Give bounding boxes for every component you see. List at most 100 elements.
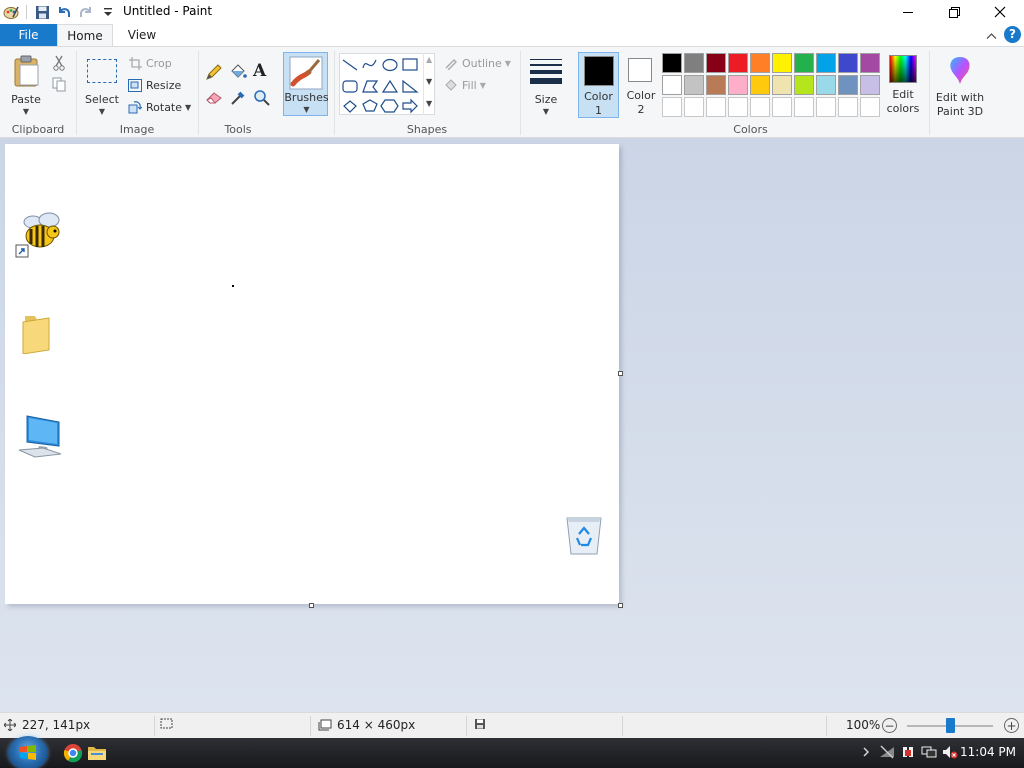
palette-swatch[interactable] [794, 53, 814, 73]
folder-icon [21, 312, 53, 357]
tab-file[interactable]: File [0, 24, 57, 46]
save-icon[interactable] [33, 3, 51, 21]
shapes-scrollbar[interactable]: ▲ ▼ ▼ [423, 53, 435, 115]
edit-with-paint3d-button[interactable]: Edit with Paint 3D [933, 53, 987, 119]
minimize-ribbon-icon[interactable] [986, 29, 997, 43]
restore-button[interactable] [931, 0, 977, 24]
file-explorer-icon[interactable] [87, 743, 107, 763]
shapes-icons [342, 58, 419, 114]
ribbon-tabs: File Home View ? [0, 24, 1024, 46]
select-button[interactable]: Select ▼ [82, 51, 122, 117]
canvas-resize-handle-bottom[interactable] [309, 603, 314, 608]
canvas-resize-handle-corner[interactable] [618, 603, 623, 608]
eraser-icon[interactable] [205, 89, 223, 108]
tab-home[interactable]: Home [57, 24, 113, 46]
outline-label: Outline [462, 56, 502, 70]
palette-swatch[interactable] [728, 53, 748, 73]
zoom-slider-thumb[interactable] [946, 718, 955, 733]
color-picker-icon[interactable] [229, 89, 247, 110]
size-button[interactable]: Size ▼ [526, 51, 566, 117]
shapes-scroll-down-icon[interactable]: ▼ [426, 77, 432, 86]
taskbar-clock[interactable]: 11:04 PM [960, 745, 1016, 759]
pencil-icon[interactable] [205, 63, 223, 84]
outline-button[interactable]: Outline ▼ [443, 55, 511, 71]
paste-label: Paste [11, 93, 41, 106]
palette-swatch[interactable] [838, 53, 858, 73]
magnifier-icon[interactable] [253, 89, 271, 110]
text-icon[interactable]: A [253, 61, 266, 81]
palette-swatch[interactable] [816, 53, 836, 73]
status-separator [826, 716, 827, 736]
palette-swatch[interactable] [772, 53, 792, 73]
tab-view[interactable]: View [116, 24, 168, 46]
fill-button[interactable]: Fill ▼ [443, 77, 486, 93]
palette-swatch[interactable] [860, 75, 880, 95]
paste-button[interactable]: Paste ▼ [6, 51, 46, 117]
zoom-out-button[interactable]: − [882, 718, 897, 733]
color1-number: 1 [595, 104, 602, 117]
network-icon[interactable] [921, 744, 937, 760]
palette-custom-swatch[interactable] [816, 97, 836, 117]
colors-group-label: Colors [733, 123, 768, 136]
action-center-icon[interactable] [900, 744, 916, 760]
paint-app-icon[interactable] [2, 3, 20, 21]
color1-button[interactable]: Color 1 [578, 52, 619, 118]
network-disabled-icon[interactable] [879, 744, 895, 760]
palette-swatch[interactable] [662, 53, 682, 73]
palette-swatch[interactable] [728, 75, 748, 95]
palette-swatch[interactable] [706, 75, 726, 95]
start-button[interactable] [8, 736, 48, 768]
palette-swatch[interactable] [838, 75, 858, 95]
undo-icon[interactable] [55, 3, 73, 21]
palette-custom-swatch[interactable] [794, 97, 814, 117]
palette-swatch[interactable] [860, 53, 880, 73]
rotate-button[interactable]: Rotate ▼ [127, 99, 191, 115]
redo-icon[interactable] [77, 3, 95, 21]
rotate-dropdown-icon: ▼ [185, 102, 192, 112]
palette-swatch[interactable] [816, 75, 836, 95]
help-icon[interactable]: ? [1004, 26, 1021, 43]
palette-swatch[interactable] [750, 75, 770, 95]
minimize-button[interactable] [885, 0, 931, 24]
drawing-canvas[interactable] [5, 144, 619, 604]
palette-custom-swatch[interactable] [706, 97, 726, 117]
palette-swatch[interactable] [706, 53, 726, 73]
fill-label: Fill [462, 78, 477, 92]
volume-muted-icon[interactable] [942, 744, 958, 760]
crop-button[interactable]: Crop [127, 55, 172, 71]
palette-custom-swatch[interactable] [860, 97, 880, 117]
close-button[interactable] [977, 0, 1023, 24]
zoom-in-button[interactable]: + [1004, 718, 1019, 733]
cut-icon[interactable] [52, 55, 66, 74]
palette-swatch[interactable] [772, 75, 792, 95]
palette-swatch[interactable] [794, 75, 814, 95]
shapes-scroll-up-icon[interactable]: ▲ [426, 55, 432, 64]
cursor-position-text: 227, 141px [22, 718, 91, 732]
palette-custom-swatch[interactable] [728, 97, 748, 117]
palette-swatch[interactable] [750, 53, 770, 73]
palette-custom-swatch[interactable] [684, 97, 704, 117]
outline-icon [443, 55, 459, 71]
palette-swatch[interactable] [662, 75, 682, 95]
tools-group-label: Tools [224, 123, 252, 136]
palette-custom-swatch[interactable] [750, 97, 770, 117]
palette-custom-swatch[interactable] [662, 97, 682, 117]
shapes-expand-icon[interactable]: ▼ [426, 99, 432, 108]
system-tray [858, 744, 963, 760]
fill-icon[interactable] [229, 63, 247, 84]
resize-button[interactable]: Resize [127, 77, 181, 93]
palette-swatch[interactable] [684, 75, 704, 95]
brushes-button[interactable]: Brushes ▼ [283, 52, 329, 116]
show-hidden-icons-icon[interactable] [858, 744, 874, 760]
file-size [474, 718, 486, 730]
canvas-resize-handle-right[interactable] [618, 371, 623, 376]
color1-label: Color [584, 90, 613, 103]
palette-custom-swatch[interactable] [772, 97, 792, 117]
palette-swatch[interactable] [684, 53, 704, 73]
palette-custom-swatch[interactable] [838, 97, 858, 117]
customize-qat-icon[interactable] [99, 3, 117, 21]
chrome-icon[interactable] [63, 743, 83, 763]
color2-button[interactable]: Color 2 [622, 52, 660, 118]
copy-icon[interactable] [52, 77, 67, 95]
edit-colors-button[interactable]: Edit colors [883, 53, 923, 119]
